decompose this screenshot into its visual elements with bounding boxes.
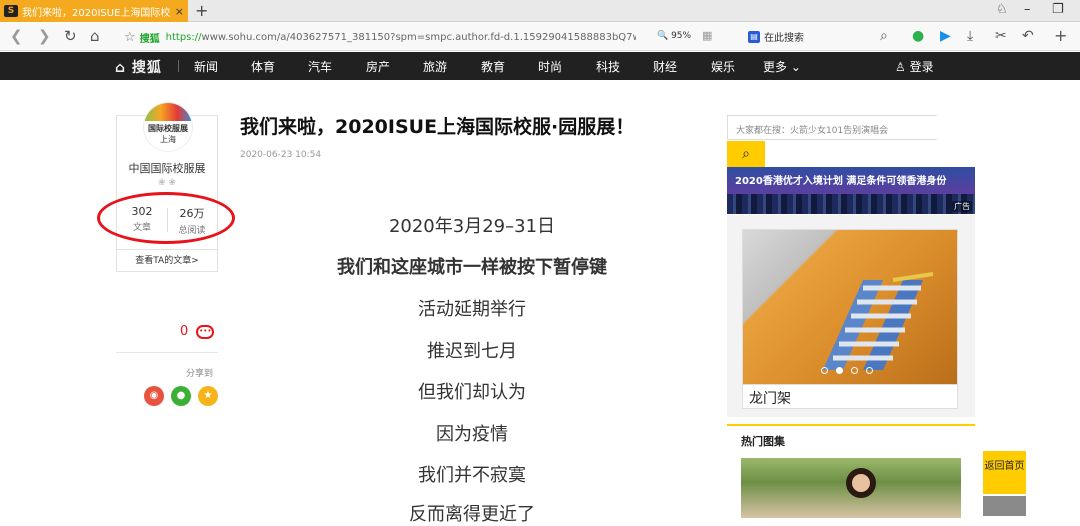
article-line: 推迟到七月 [427,341,517,362]
article-line: 因为疫情 [436,424,508,445]
wechat-share-icon[interactable]: ● [171,386,191,406]
city-skyline-graphic [727,194,975,214]
download-icon[interactable]: ⤓ [967,28,973,44]
site-navbar: ⌂ 搜狐 新闻 体育 汽车 房产 旅游 教育 时尚 科技 财经 娱乐 更多 ⌄ … [0,52,1080,80]
article-title: 我们来啦，2020ISUE上海国际校服·园服展！ [240,116,635,138]
url-text: https://www.sohu.com/a/403627571_381150?… [165,31,636,43]
product-ad[interactable]: 龙门架 [727,215,975,417]
carousel-dot[interactable] [836,367,843,374]
user-icon: ♙ [895,60,906,74]
reload-icon[interactable]: ↻ [64,27,77,45]
nav-item-education[interactable]: 教育 [481,58,505,75]
feedback-button[interactable] [983,496,1026,516]
nav-item-sports[interactable]: 体育 [251,58,275,75]
medal-icons: ❀ ❀ [158,178,176,188]
comment-bubble-icon[interactable]: ••• [196,324,215,339]
login-link[interactable]: ♙ 登录 [895,58,934,75]
search-engine-label: 在此搜索 [764,33,804,44]
folding-stairs-graphic [823,272,934,370]
search-engine-icon: ▤ [748,30,760,43]
article-line: 活动延期举行 [418,299,526,320]
nav-item-more[interactable]: 更多 ⌄ [763,58,801,75]
address-bar-row: ❮ ❯ ↻ ⌂ ☆ 搜狐 https://www.sohu.com/a/4036… [0,23,1080,51]
shirt-icon[interactable]: ♘ [996,2,1008,17]
tab-title: 我们来啦，2020ISUE上海国际校服·园服展！ [22,7,171,19]
article-date: 2020-06-23 10:54 [240,150,322,160]
undo-icon[interactable]: ↶ [1022,28,1034,44]
logo-arc-graphic [144,103,192,121]
ad-banner[interactable]: 2020香港优才入境计划 满足条件可领香港身份 广告 [727,167,975,214]
red-annotation-circle [97,192,235,244]
nav-item-finance[interactable]: 财经 [653,58,677,75]
product-image[interactable] [742,229,958,385]
forward-arrow-icon[interactable]: ❯ [38,27,51,45]
carousel-dot[interactable] [866,367,873,374]
hot-gallery-title: 热门图集 [741,435,785,448]
tab-close-icon[interactable]: × [175,5,184,18]
author-name[interactable]: 中国国际校服展 [117,160,217,176]
avatar[interactable]: 国际校服展 上海 [143,102,193,152]
minimize-icon[interactable]: – [1024,2,1031,17]
new-tab-button[interactable]: + [195,1,208,20]
back-arrow-icon[interactable]: ❮ [10,27,23,45]
nav-item-fashion[interactable]: 时尚 [538,58,562,75]
search-icon[interactable]: ⌕ [880,28,888,44]
back-to-home-button[interactable]: 返回首页 [983,451,1026,494]
avatar-logo-line2: 上海 [160,135,176,144]
wechat-icon[interactable]: ● [912,28,924,44]
url-field[interactable]: ☆ 搜狐 https://www.sohu.com/a/403627571_38… [124,26,644,48]
nav-divider [178,60,179,72]
nav-item-news[interactable]: 新闻 [194,58,218,75]
safe-site-label: 搜狐 [139,33,160,45]
home-icon[interactable]: ⌂ [90,27,100,45]
avatar-logo-line1: 国际校服展 [148,124,188,133]
article-line: 反而离得更近了 [409,504,535,525]
nav-item-house[interactable]: 房产 [366,58,390,75]
carousel-dot[interactable] [851,367,858,374]
portrait-graphic [846,468,876,498]
sidebar-search-button[interactable]: ⌕ [727,141,765,167]
reader-icon[interactable]: ▦ [702,29,712,42]
play-icon[interactable]: ▶ [940,28,951,44]
comment-count: 0 [180,324,189,339]
nav-item-auto[interactable]: 汽车 [308,58,332,75]
ad-tag: 广告 [952,201,972,212]
weibo-icon[interactable]: ◉ [144,386,164,406]
restore-icon[interactable]: ❐ [1052,2,1064,17]
article-line: 但我们却认为 [418,382,526,403]
nav-item-travel[interactable]: 旅游 [423,58,447,75]
view-articles-link[interactable]: 查看TA的文章> [117,249,217,271]
divider [116,352,218,353]
browser-tab-bar: S 我们来啦，2020ISUE上海国际校服·园服展！ × + ♘ – ❐ [0,0,1080,22]
sohu-favicon-icon: S [4,5,18,17]
product-name[interactable]: 龙门架 [742,385,958,409]
zoom-level[interactable]: 🔍 95% [657,31,691,41]
article-line: 我们并不寂寞 [418,465,526,486]
bookmark-star-icon[interactable]: ☆ [124,30,136,45]
hot-gallery-image[interactable] [741,458,961,518]
nav-item-tech[interactable]: 科技 [596,58,620,75]
chevron-down-icon: ⌄ [790,60,801,74]
article-line: 我们和这座城市一样被按下暂停键 [337,257,607,278]
hot-gallery-section: 热门图集 [727,424,975,518]
carousel-dot[interactable] [821,367,828,374]
sidebar-search-input[interactable]: 大家都在搜：火箭少女101告别演唱会 [727,115,937,140]
article-line: 2020年3月29–31日 [388,216,556,237]
carousel-dots[interactable] [821,367,873,374]
add-icon[interactable]: + [1054,26,1067,45]
search-engine-box[interactable]: ▤ 在此搜索 [748,29,804,44]
comment-counter[interactable]: 0 ••• [180,324,215,339]
scissors-icon[interactable]: ✂ [995,28,1007,44]
qzone-star-icon[interactable]: ★ [198,386,218,406]
sohu-logo[interactable]: ⌂ 搜狐 [115,57,162,77]
share-label: 分享到 [186,369,214,379]
browser-tab[interactable]: S 我们来啦，2020ISUE上海国际校服·园服展！ × [0,0,188,22]
nav-item-entertainment[interactable]: 娱乐 [711,58,735,75]
search-icon: ⌕ [742,146,750,162]
ad-banner-text: 2020香港优才入境计划 满足条件可领香港身份 [735,176,947,187]
